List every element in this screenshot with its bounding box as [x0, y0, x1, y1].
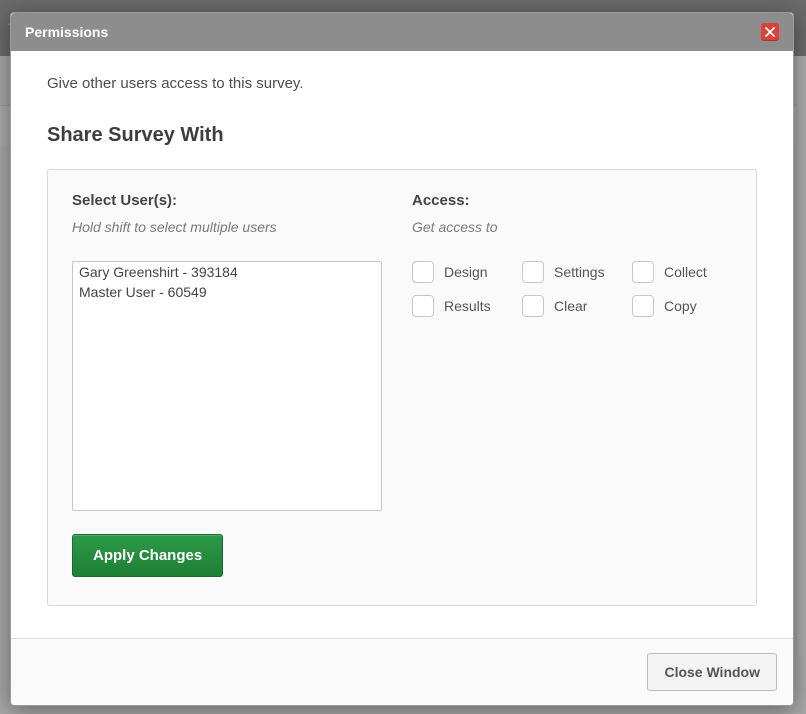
select-users-column: Select User(s): Hold shift to select mul… — [72, 192, 382, 512]
checkbox-box — [522, 261, 544, 283]
access-design-checkbox[interactable]: Design — [412, 261, 512, 283]
permissions-modal: Permissions Give other users access to t… — [10, 12, 794, 706]
checkbox-box — [632, 261, 654, 283]
checkbox-label: Results — [444, 298, 491, 314]
access-settings-checkbox[interactable]: Settings — [522, 261, 622, 283]
access-copy-checkbox[interactable]: Copy — [632, 295, 732, 317]
checkbox-box — [632, 295, 654, 317]
close-icon — [765, 27, 775, 37]
modal-header: Permissions — [11, 13, 793, 51]
checkbox-label: Settings — [554, 264, 605, 280]
select-users-hint: Hold shift to select multiple users — [72, 219, 382, 235]
user-select[interactable]: Gary Greenshirt - 393184 Master User - 6… — [72, 261, 382, 511]
checkbox-box — [412, 261, 434, 283]
select-users-label: Select User(s): — [72, 192, 382, 209]
access-collect-checkbox[interactable]: Collect — [632, 261, 732, 283]
close-window-button[interactable]: Close Window — [647, 653, 777, 691]
user-option[interactable]: Master User - 60549 — [73, 282, 381, 302]
section-title: Share Survey With — [47, 124, 757, 147]
access-label: Access: — [412, 192, 732, 209]
access-results-checkbox[interactable]: Results — [412, 295, 512, 317]
access-column: Access: Get access to Design Settings — [412, 192, 732, 512]
intro-text: Give other users access to this survey. — [47, 75, 757, 92]
checkbox-label: Copy — [664, 298, 697, 314]
panel-columns: Select User(s): Hold shift to select mul… — [72, 192, 732, 512]
checkbox-label: Collect — [664, 264, 707, 280]
modal-footer: Close Window — [11, 638, 793, 705]
modal-body: Give other users access to this survey. … — [11, 51, 793, 638]
checkbox-label: Design — [444, 264, 488, 280]
user-option[interactable]: Gary Greenshirt - 393184 — [73, 262, 381, 282]
checkbox-box — [412, 295, 434, 317]
checkbox-label: Clear — [554, 298, 587, 314]
modal-title: Permissions — [25, 24, 108, 40]
checkbox-box — [522, 295, 544, 317]
access-grid: Design Settings Collect Results — [412, 261, 732, 317]
modal-close-button[interactable] — [761, 23, 779, 41]
access-hint: Get access to — [412, 219, 732, 235]
share-panel: Select User(s): Hold shift to select mul… — [47, 169, 757, 606]
apply-changes-button[interactable]: Apply Changes — [72, 534, 223, 577]
access-clear-checkbox[interactable]: Clear — [522, 295, 622, 317]
